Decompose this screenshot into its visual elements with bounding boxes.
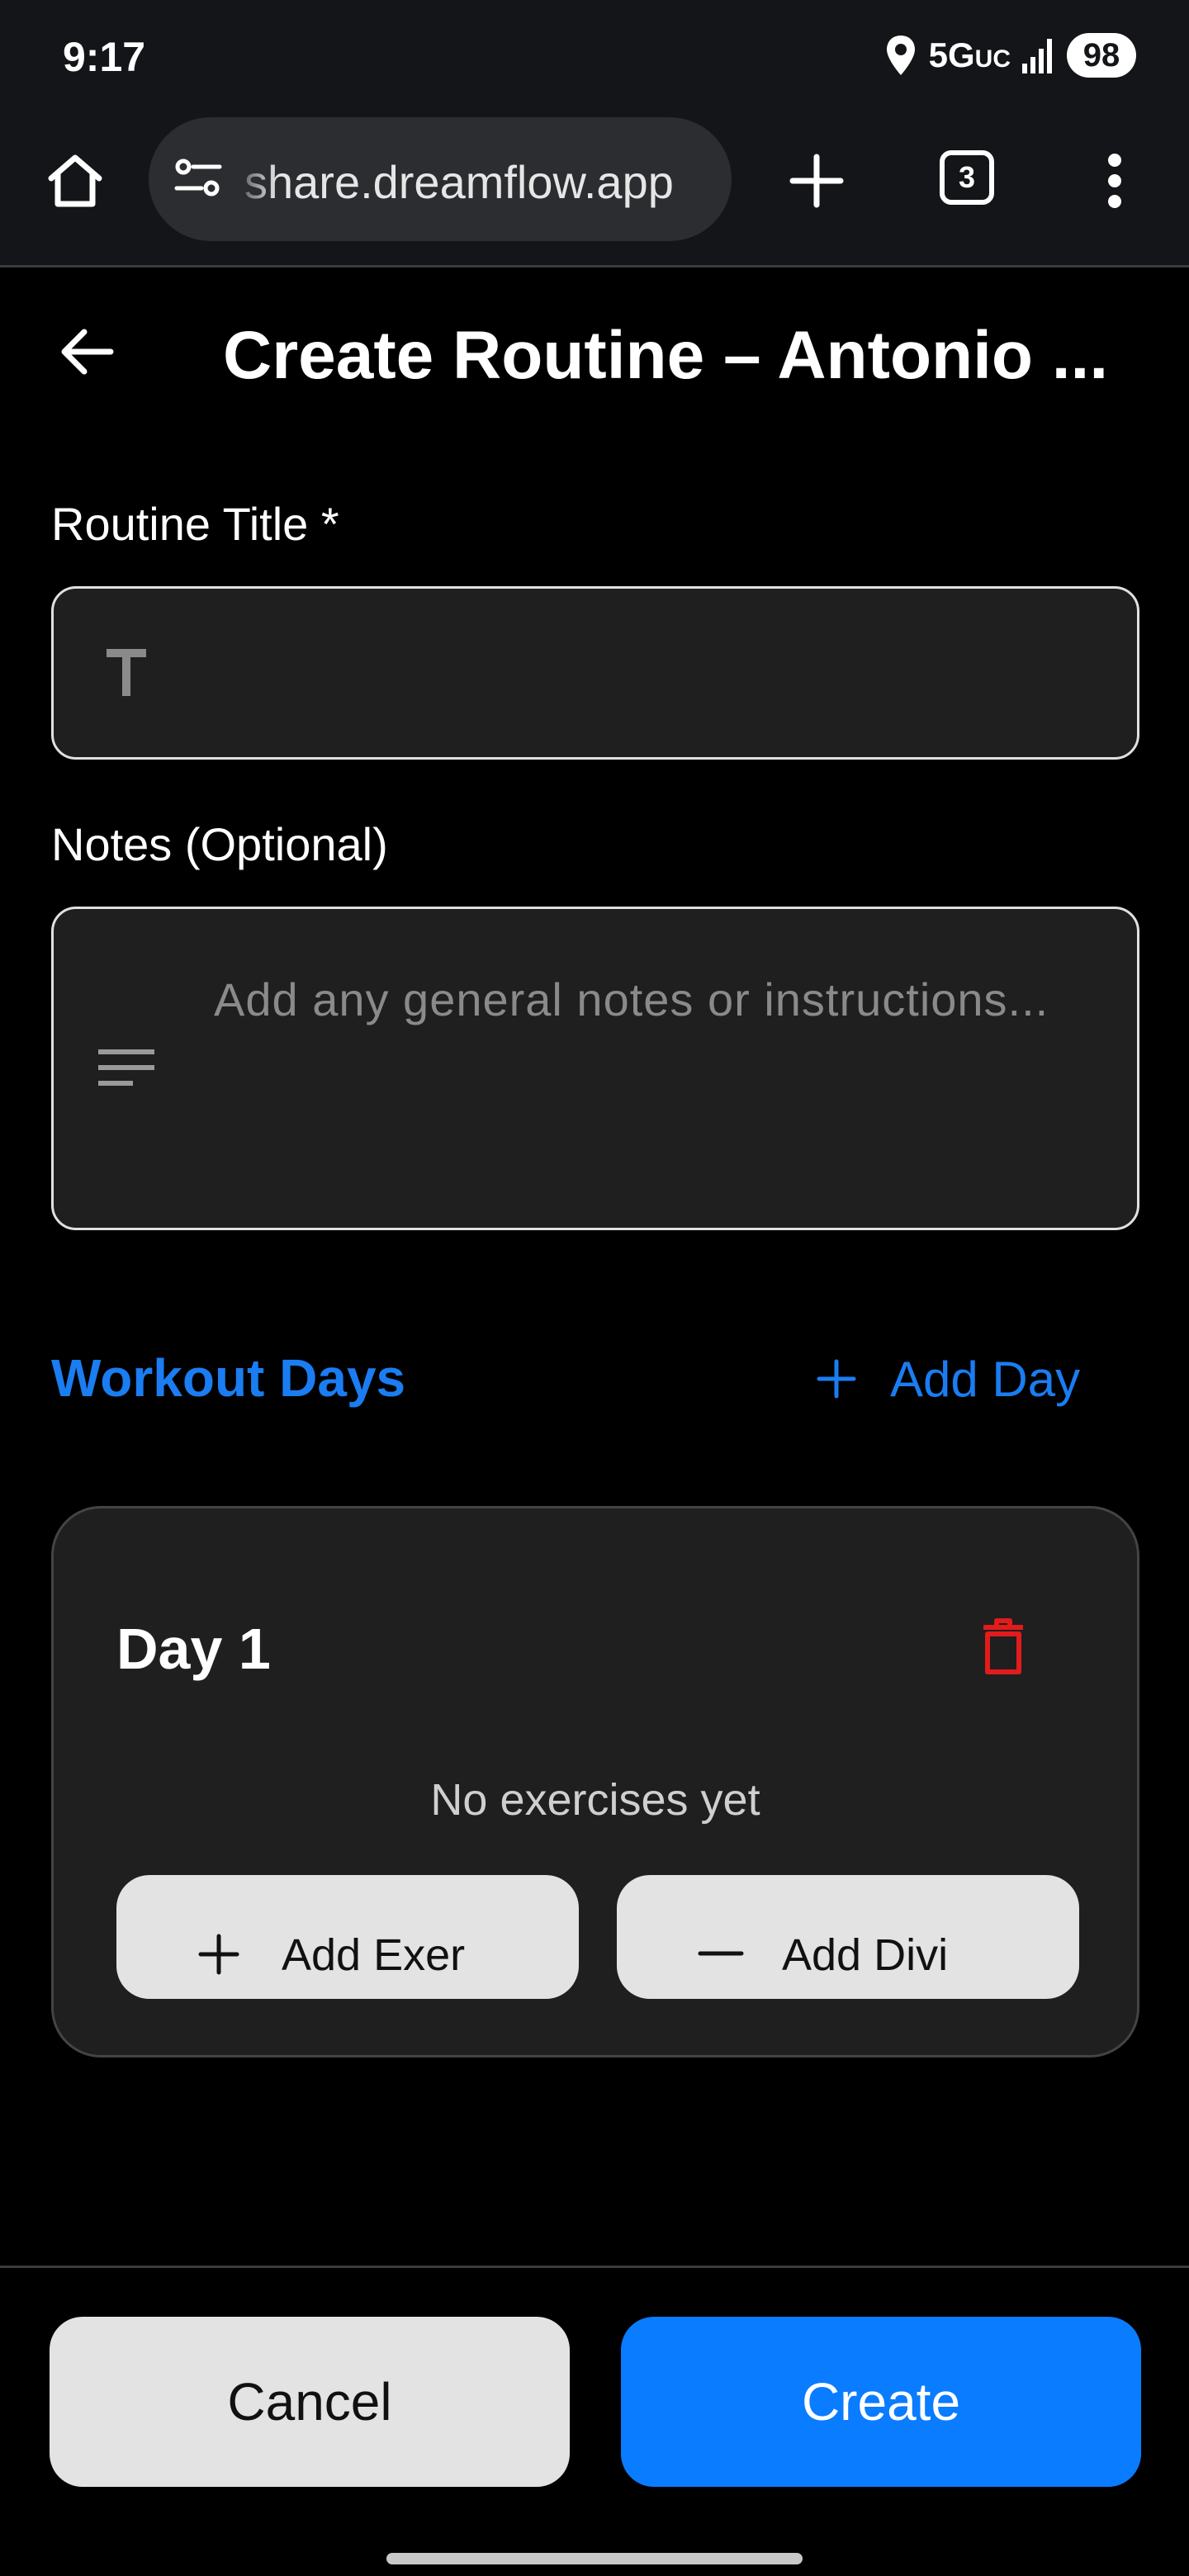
home-icon[interactable]: [46, 152, 104, 210]
add-exercise-label: Add Exer: [282, 1930, 466, 1980]
add-divider-button[interactable]: Add Divi: [617, 1875, 1079, 1999]
day-title: Day 1: [116, 1617, 271, 1681]
home-indicator[interactable]: [386, 2553, 803, 2564]
status-time: 9:17: [63, 34, 146, 80]
notes-placeholder: Add any general notes or instructions...: [214, 973, 1049, 1025]
routine-title-label: Routine Title *: [51, 498, 339, 550]
day-card: Day 1 No exercises yet Add Exer Add Divi: [51, 1506, 1139, 2057]
add-day-label: Add Day: [890, 1351, 1081, 1407]
site-settings-icon[interactable]: [173, 154, 223, 203]
cancel-button[interactable]: Cancel: [50, 2317, 570, 2487]
status-icons: 5GUC 98: [884, 30, 1136, 81]
routine-title-input[interactable]: [51, 586, 1139, 760]
minus-icon: [698, 1951, 744, 1956]
add-divider-label: Add Divi: [782, 1930, 949, 1980]
add-exercise-button[interactable]: Add Exer: [116, 1875, 579, 1999]
page-title: Create Routine – Antonio ...: [223, 318, 1109, 393]
workout-days-title: Workout Days: [51, 1348, 406, 1408]
url-text: share.dreamflow.app: [244, 156, 674, 208]
browser-toolbar: share.dreamflow.app 3: [0, 107, 1189, 268]
more-menu-icon[interactable]: [1106, 152, 1123, 210]
location-icon: [886, 36, 915, 75]
text-format-icon: [107, 649, 146, 696]
delete-day-icon[interactable]: [980, 1617, 1026, 1675]
notes-textarea[interactable]: Add any general notes or instructions...: [51, 907, 1139, 1230]
url-bar[interactable]: share.dreamflow.app: [149, 117, 732, 241]
new-tab-icon[interactable]: [788, 152, 846, 210]
add-day-button[interactable]: Add Day: [816, 1346, 1080, 1412]
network-label: 5GUC: [928, 36, 1011, 74]
notes-label: Notes (Optional): [51, 818, 388, 870]
footer-divider: [0, 2266, 1189, 2268]
empty-exercises-text: No exercises yet: [430, 1775, 760, 1825]
notes-lines-icon: [98, 1049, 154, 1086]
plus-icon: [817, 1359, 856, 1399]
tab-switcher-button[interactable]: 3: [940, 150, 994, 205]
status-bar: 9:17 5GUC 98: [0, 0, 1189, 107]
battery-indicator: 98: [1067, 33, 1136, 78]
create-button[interactable]: Create: [621, 2317, 1141, 2487]
plus-icon: [198, 1934, 239, 1975]
back-arrow-icon[interactable]: [59, 325, 116, 378]
signal-icon: [1022, 39, 1052, 73]
